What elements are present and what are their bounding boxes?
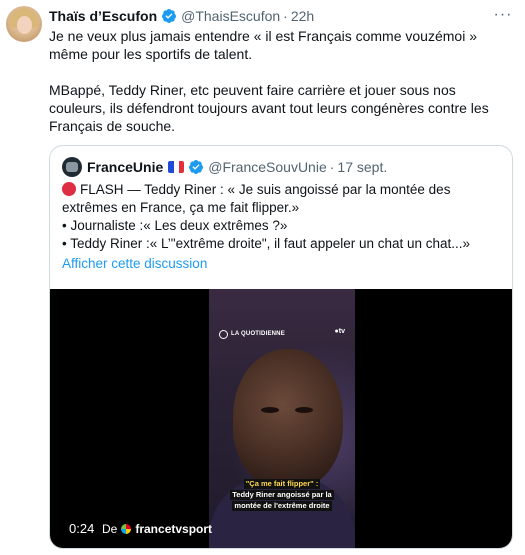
quote-avatar bbox=[62, 157, 82, 177]
red-circle-icon bbox=[62, 182, 76, 196]
tv-logo: ●tv bbox=[334, 328, 345, 335]
quoted-tweet[interactable]: FranceUnie @FranceSouvUnie · 17 sept. FL… bbox=[49, 145, 513, 549]
more-options-icon[interactable]: ··· bbox=[493, 6, 513, 24]
video-frame: LA QUOTIDIENNE ●tv "Ça me fait flipper" … bbox=[209, 289, 355, 548]
quote-line-2: • Journaliste :« Les deux extrêmes ?» bbox=[62, 218, 288, 233]
video-source-name: francetvsport bbox=[135, 522, 213, 536]
france-flag-icon bbox=[168, 161, 185, 173]
quote-author-handle: @FranceSouvUnie bbox=[208, 159, 327, 175]
channel-logo-text: LA QUOTIDIENNE bbox=[231, 331, 285, 337]
tweet-header: Thaïs d’Escufon @ThaisEscufon · 22h bbox=[49, 7, 314, 25]
quote-line-1-text: FLASH — Teddy Riner : « Je suis angoissé… bbox=[62, 182, 451, 215]
caption-line-1: "Ça me fait flipper" : bbox=[243, 479, 321, 489]
separator-dot: · bbox=[283, 8, 288, 24]
video-source[interactable]: De francetvsport bbox=[102, 522, 212, 536]
quote-line-1: FLASH — Teddy Riner : « Je suis angoissé… bbox=[62, 181, 502, 217]
tweet-paragraph-2: MBappé, Teddy Riner, etc peuvent faire c… bbox=[49, 82, 489, 134]
channel-logo-icon bbox=[219, 329, 228, 339]
avatar[interactable] bbox=[6, 6, 42, 42]
author-handle[interactable]: @ThaisEscufon bbox=[181, 8, 280, 24]
quote-author-name: FranceUnie bbox=[87, 159, 164, 175]
quote-header: FranceUnie @FranceSouvUnie · 17 sept. bbox=[62, 157, 387, 177]
verified-badge-icon bbox=[162, 9, 177, 23]
channel-logo: LA QUOTIDIENNE bbox=[219, 329, 285, 339]
video-caption: "Ça me fait flipper" : Teddy Riner angoi… bbox=[219, 479, 345, 512]
quote-date: 17 sept. bbox=[337, 159, 388, 175]
tweet-text: Je ne veux plus jamais entendre « il est… bbox=[49, 27, 515, 153]
video-from-label: De bbox=[102, 522, 118, 536]
video-player[interactable]: LA QUOTIDIENNE ●tv "Ça me fait flipper" … bbox=[50, 289, 512, 548]
francetv-logo-icon bbox=[121, 524, 132, 534]
video-time: 0:24 bbox=[69, 521, 95, 536]
separator-dot: · bbox=[329, 159, 335, 175]
show-thread-link[interactable]: Afficher cette discussion bbox=[62, 256, 207, 271]
verified-badge-icon bbox=[189, 160, 204, 174]
tweet: Thaïs d’Escufon @ThaisEscufon · 22h ··· … bbox=[0, 0, 525, 555]
quote-line-3: • Teddy Riner :« L’"extrême droite", il … bbox=[62, 236, 471, 251]
quote-text: FLASH — Teddy Riner : « Je suis angoissé… bbox=[62, 181, 502, 253]
tweet-paragraph-1: Je ne veux plus jamais entendre « il est… bbox=[49, 28, 477, 62]
caption-line-2: Teddy Riner angoissé par la bbox=[230, 490, 334, 500]
caption-line-3: montée de l'extrême droite bbox=[232, 501, 332, 511]
author-name[interactable]: Thaïs d’Escufon bbox=[49, 8, 157, 24]
timestamp[interactable]: 22h bbox=[291, 8, 314, 24]
